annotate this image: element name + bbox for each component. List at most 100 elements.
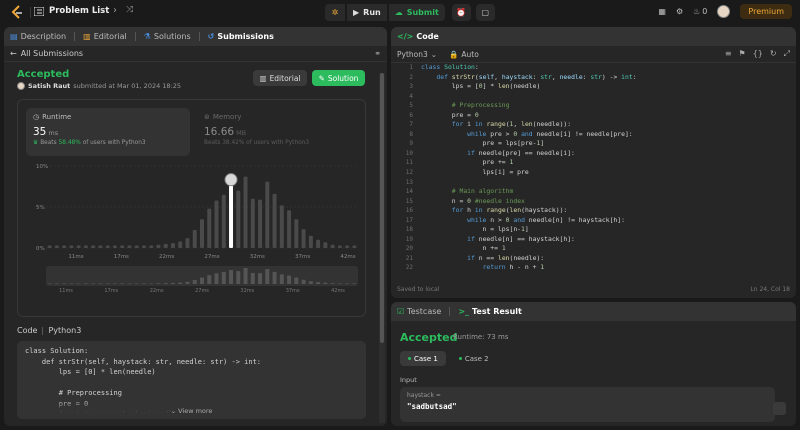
tab-solutions[interactable]: ⚗ Solutions xyxy=(144,32,191,41)
editor-code[interactable]: class Solution: def strStr(self, haystac… xyxy=(421,63,637,272)
histogram-bar xyxy=(316,239,321,248)
reset-icon[interactable]: ↻ xyxy=(770,49,777,59)
x-tick-label: 17ms xyxy=(114,254,129,260)
tab-code[interactable]: </> Code xyxy=(397,32,439,41)
submit-button[interactable]: ☁ Submit xyxy=(388,4,445,21)
tab-submissions[interactable]: ↺ Submissions xyxy=(208,32,274,41)
navigator-bar xyxy=(76,283,81,285)
bookmark-icon[interactable]: ⚑ xyxy=(739,49,746,59)
navigator-tick-label: 37ms xyxy=(286,288,300,294)
editor-tabbar: </> Code xyxy=(391,27,796,46)
navigator-bar xyxy=(279,274,284,284)
scrollbar-thumb[interactable] xyxy=(380,73,384,343)
fire-icon: ♨ xyxy=(693,7,701,16)
avatar[interactable] xyxy=(717,5,731,18)
auto-label: Auto xyxy=(461,49,479,59)
language-select[interactable]: Python3 ⌄ xyxy=(397,50,437,59)
histogram-bar xyxy=(345,245,350,248)
case-tab-1[interactable]: Case 1 xyxy=(400,351,446,366)
premium-button[interactable]: Premium xyxy=(740,4,792,19)
view-more-button[interactable]: ⌄ View more xyxy=(17,399,366,419)
logo-icon[interactable] xyxy=(10,5,24,20)
link-icon[interactable]: ⚭ xyxy=(374,49,381,58)
histogram-bar xyxy=(337,245,342,248)
divider xyxy=(449,307,451,316)
y-tick-label: 5% xyxy=(36,205,45,211)
tab-label: Description xyxy=(20,32,67,41)
debug-button[interactable]: ✲ xyxy=(325,4,345,21)
gear-icon[interactable]: ⚙ xyxy=(676,7,683,16)
histogram-bar xyxy=(141,245,146,248)
run-label: Run xyxy=(363,8,381,17)
problem-list-link[interactable]: Problem List xyxy=(34,6,109,16)
divider xyxy=(42,326,44,335)
test-result-panel: ☑ Testcase >_ Test Result Accepted Runtime… xyxy=(391,302,796,426)
memory-beats: Beats 38.42% of users with Python3 xyxy=(204,140,310,146)
notes-button[interactable]: ▢ xyxy=(475,4,495,21)
all-submissions-link[interactable]: All Submissions xyxy=(21,49,83,58)
format-icon[interactable]: ≡ xyxy=(725,49,732,59)
streak-counter[interactable]: ♨ 0 xyxy=(693,7,707,16)
editorial-button[interactable]: ▥ Editorial xyxy=(253,70,307,86)
tab-testcase[interactable]: ☑ Testcase xyxy=(397,307,441,316)
chevron-left-icon[interactable]: ‹ xyxy=(100,5,104,16)
histogram-bar xyxy=(69,245,74,248)
grid-icon[interactable]: ▦ xyxy=(658,7,666,16)
tab-label: Testcase xyxy=(407,307,442,316)
histogram-bar xyxy=(134,245,139,248)
line-numbers: 1234567891011121314151617181920212223 xyxy=(405,64,413,272)
y-tick-label: 0% xyxy=(36,246,45,252)
result-status: Accepted xyxy=(400,331,458,344)
divider xyxy=(74,32,76,41)
histogram-bar xyxy=(149,245,154,248)
solution-button[interactable]: ✎ Solution xyxy=(312,70,365,86)
navigator-bar xyxy=(229,270,234,284)
lock-icon: 🔒 xyxy=(449,49,459,59)
histogram-bar xyxy=(178,241,183,248)
x-tick-label: 22ms xyxy=(159,254,174,260)
shuffle-icon[interactable]: ⤨ xyxy=(126,5,133,16)
memory-card[interactable]: ⊛ Memory 16.66 MB Beats 38.42% of users wi… xyxy=(197,108,361,156)
tab-description[interactable]: ▤ Description xyxy=(10,32,66,41)
submission-byline: Satish Raut submitted at Mar 01, 2024 18… xyxy=(17,82,181,90)
tab-test-result[interactable]: >_ Test Result xyxy=(458,307,522,316)
navigator-bar xyxy=(54,283,59,285)
navigator-bar xyxy=(308,281,313,284)
navigator-bar xyxy=(243,268,248,284)
back-icon[interactable]: ← xyxy=(10,49,17,58)
code-editor[interactable]: 1234567891011121314151617181920212223 cl… xyxy=(391,63,796,272)
code-icon: </> xyxy=(397,32,414,41)
author-name[interactable]: Satish Raut xyxy=(28,82,70,90)
navigator-bar xyxy=(294,277,299,284)
case-tab-2[interactable]: Case 2 xyxy=(451,351,497,366)
trophy-icon: ♛ xyxy=(33,140,39,146)
histogram-bar xyxy=(200,219,204,248)
navigator-bar xyxy=(323,282,328,284)
chevron-down-icon: ⌄ xyxy=(430,49,438,59)
navigator-bar xyxy=(134,283,139,285)
runtime-distribution-chart[interactable]: 0% 5% 10% 11ms 17ms 22ms 27ms 32ms 37ms 42ms 11ms 1… xyxy=(18,162,367,317)
runtime-label: Runtime xyxy=(42,113,72,121)
auto-toggle[interactable]: 🔒 Auto xyxy=(449,50,479,59)
beats-percent: 58.48% xyxy=(58,140,81,146)
braces-icon[interactable]: {} xyxy=(753,49,763,59)
navigator-bar xyxy=(214,273,219,284)
chevron-right-icon[interactable]: › xyxy=(113,5,117,16)
tab-editorial[interactable]: ▥ Editorial xyxy=(83,32,127,41)
histogram-bar xyxy=(294,219,299,248)
navigator-bar xyxy=(163,283,168,284)
histogram-bar xyxy=(105,245,110,248)
navigator-bar xyxy=(330,283,335,284)
input-value: "sadbutsad" xyxy=(407,402,457,411)
expand-icon[interactable]: ⤢ xyxy=(784,49,790,59)
feedback-icon[interactable] xyxy=(773,402,786,415)
navigator-bar xyxy=(83,283,88,285)
timer-button[interactable]: ⏰ xyxy=(451,4,471,21)
navigator-bar xyxy=(69,283,74,285)
runtime-card[interactable]: ◷ Runtime 35 ms ♛ Beats 58.48% of users wi… xyxy=(26,108,190,156)
histogram-bar xyxy=(265,181,270,248)
run-button[interactable]: ▶ Run xyxy=(347,4,387,21)
scrollbar[interactable] xyxy=(379,73,385,423)
histogram-bar xyxy=(250,198,255,248)
navigator-bar xyxy=(236,271,241,284)
